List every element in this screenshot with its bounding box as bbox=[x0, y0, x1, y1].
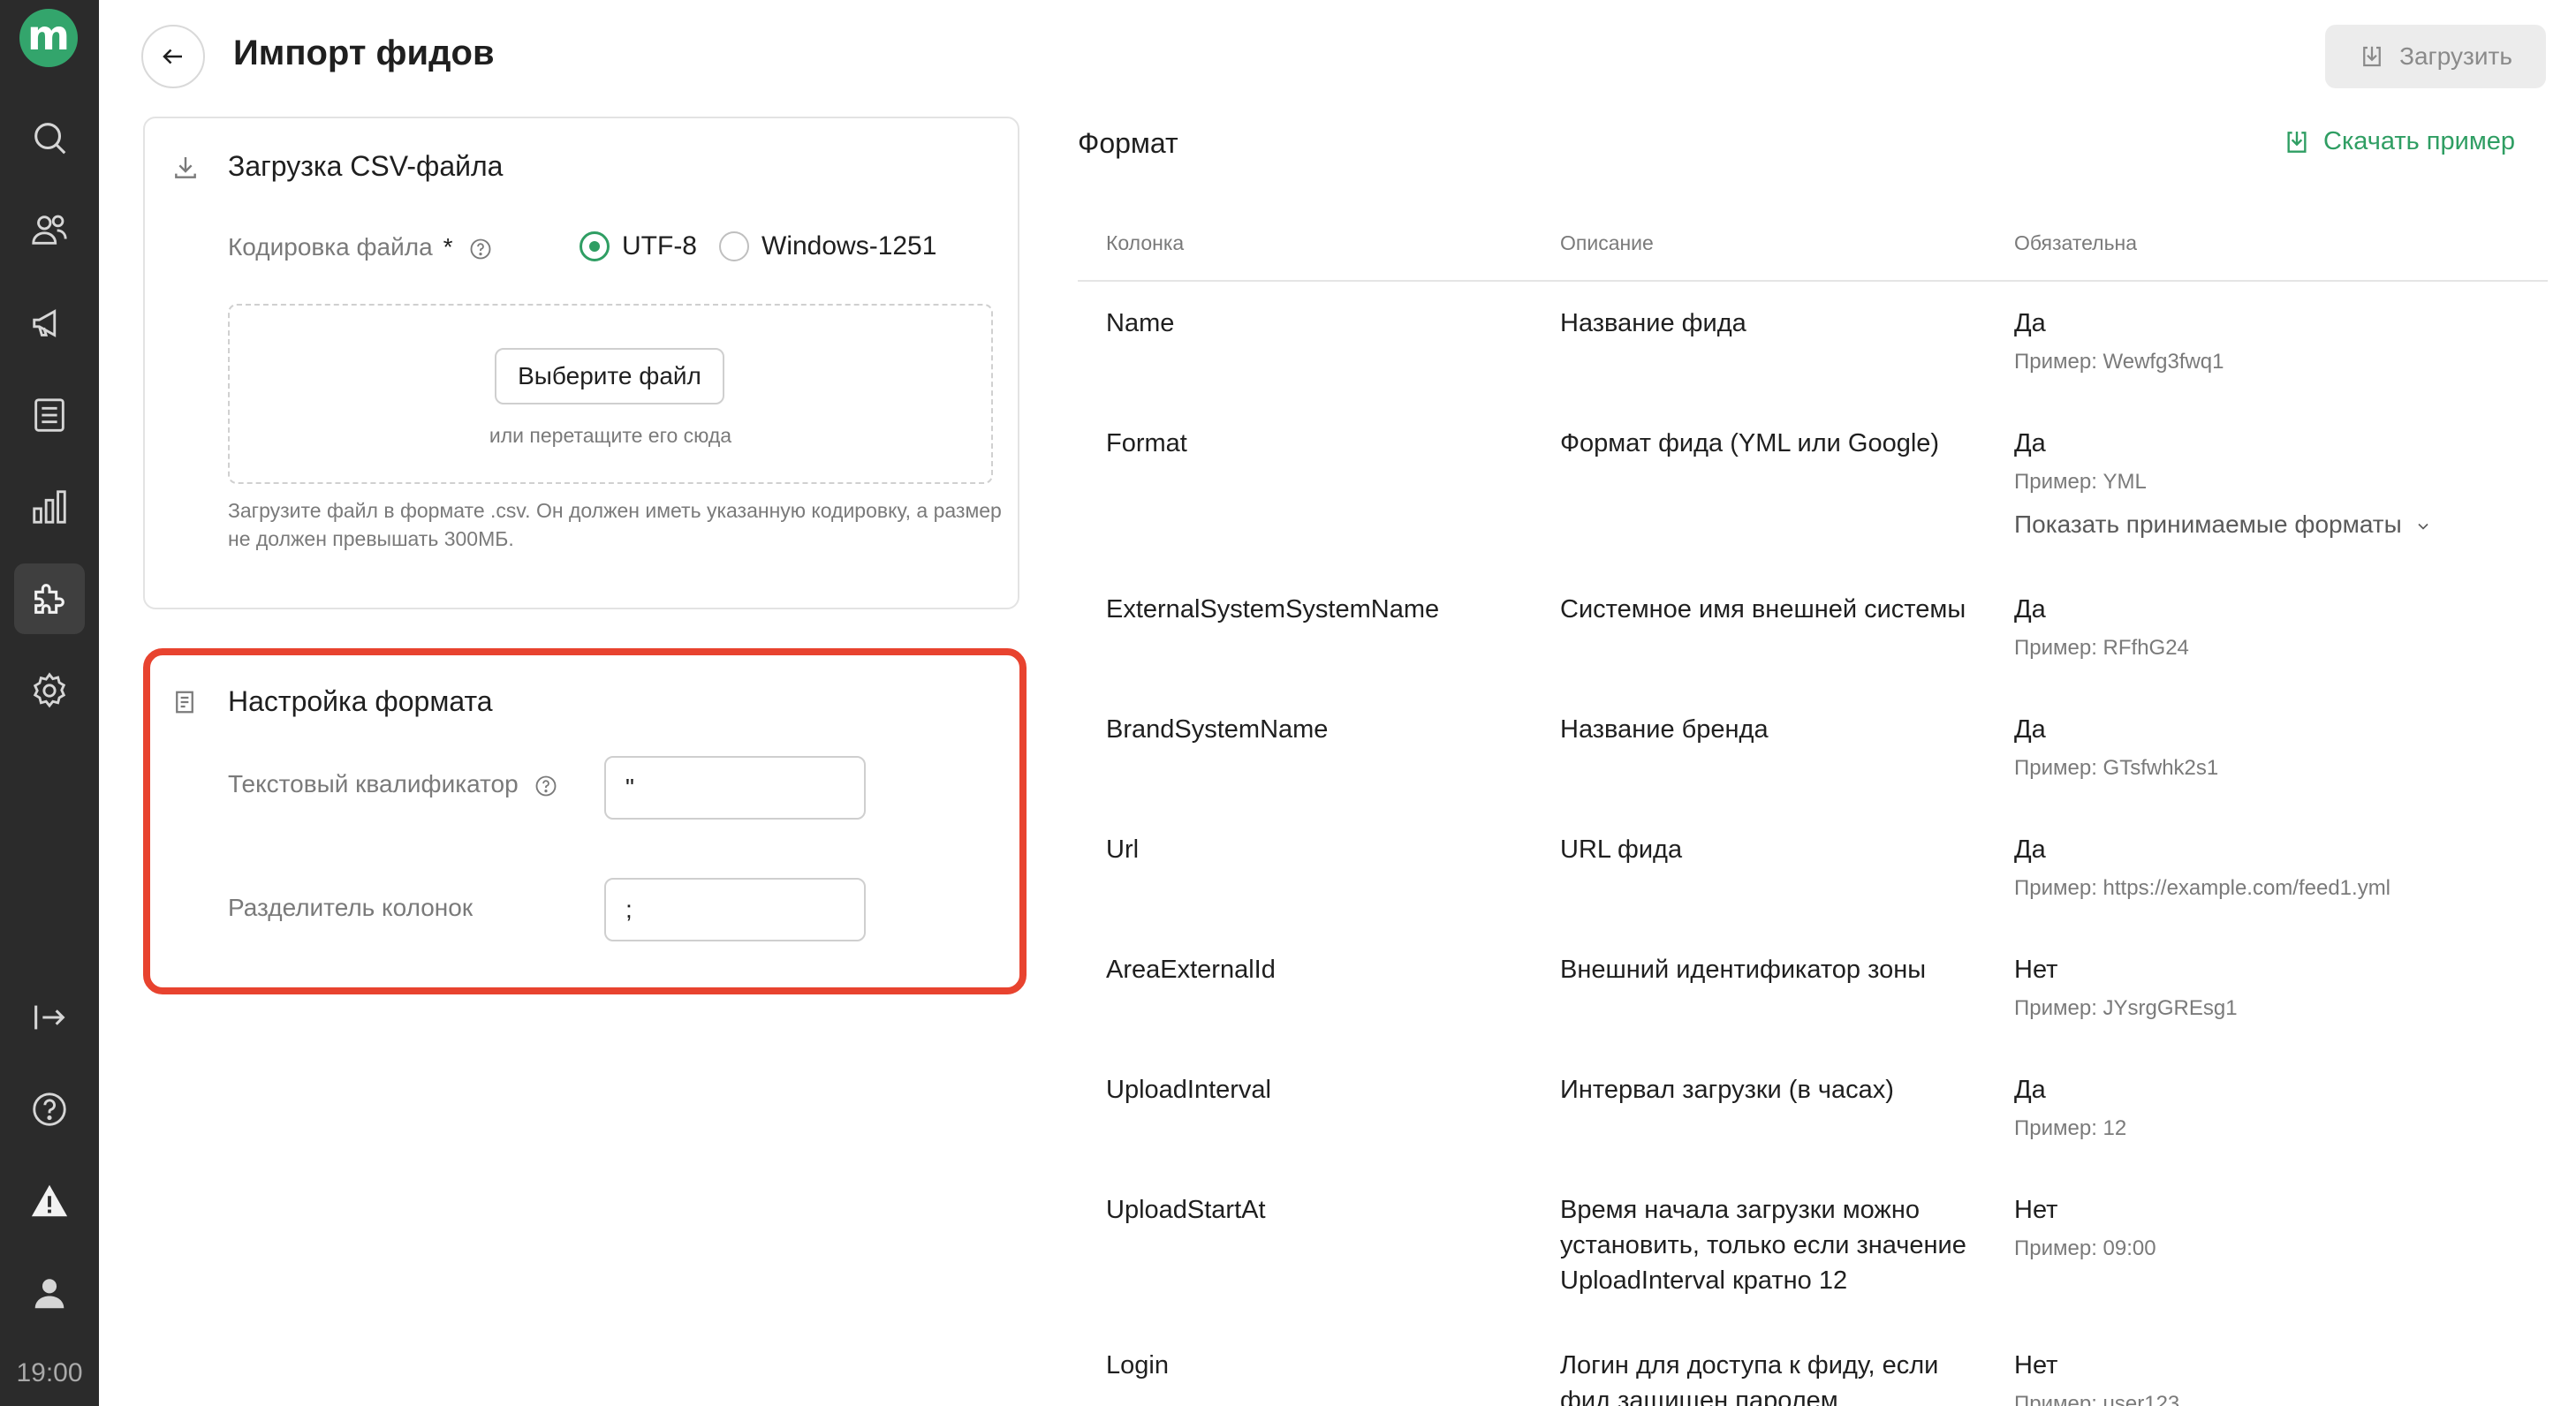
table-row-description: Логин для доступа к фиду, если фид защищ… bbox=[1560, 1351, 1939, 1406]
table-row-example: Пример: RFfhG24 bbox=[2014, 636, 2189, 660]
table-row-example: Пример: user123 bbox=[2014, 1392, 2180, 1406]
table-divider bbox=[1078, 280, 2548, 282]
table-row-description: Интервал загрузки (в часах) bbox=[1560, 1076, 1894, 1104]
table-row-example: Пример: Wewfg3fwq1 bbox=[2014, 350, 2224, 374]
sidebar: m 19:00 bbox=[0, 0, 99, 1406]
table-row-column: UploadInterval bbox=[1106, 1076, 1271, 1104]
puzzle-icon[interactable] bbox=[14, 563, 85, 634]
analytics-icon[interactable] bbox=[14, 472, 85, 542]
download-file-icon bbox=[2287, 131, 2307, 153]
table-row-required: Нет bbox=[2014, 1351, 2058, 1380]
download-example-link[interactable]: Скачать пример bbox=[2283, 127, 2515, 156]
megaphone-icon[interactable] bbox=[14, 288, 85, 359]
gear-icon[interactable] bbox=[14, 655, 85, 726]
clock: 19:00 bbox=[16, 1358, 83, 1387]
table-row-column: AreaExternalId bbox=[1106, 956, 1276, 984]
download-icon bbox=[175, 157, 196, 178]
encoding-label: Кодировка файла * bbox=[228, 233, 493, 261]
chevron-down-icon bbox=[2417, 523, 2428, 530]
table-row-required: Нет bbox=[2014, 956, 2058, 984]
highlight-box bbox=[143, 648, 1027, 994]
table-row-example: Пример: 12 bbox=[2014, 1116, 2127, 1140]
warning-icon[interactable] bbox=[14, 1166, 85, 1236]
table-row-required: Да bbox=[2014, 835, 2046, 864]
table-row-required: Да bbox=[2014, 429, 2046, 457]
table-row-description: Название фида bbox=[1560, 309, 1746, 337]
table-row-column: Url bbox=[1106, 835, 1140, 864]
table-row-description: Формат фида (YML или Google) bbox=[1560, 429, 1940, 457]
table-row-example: Пример: https://example.com/feed1.yml bbox=[2014, 876, 2391, 900]
table-row-description: URL фида bbox=[1560, 835, 1683, 864]
choose-file-button[interactable]: Выберите файл bbox=[495, 348, 724, 404]
upload-button-label: Загрузить bbox=[2399, 42, 2512, 70]
logout-icon[interactable] bbox=[14, 982, 85, 1053]
profile-icon[interactable] bbox=[14, 1258, 85, 1328]
upload-button[interactable]: Загрузить bbox=[2325, 25, 2546, 88]
table-row-example: Пример: YML bbox=[2014, 470, 2147, 494]
table-row-required: Да bbox=[2014, 309, 2046, 337]
table-row-description: Внешний идентификатор зоны bbox=[1560, 956, 1927, 984]
question-icon[interactable] bbox=[468, 237, 493, 261]
header-description: Описание bbox=[1560, 231, 1654, 254]
users-icon[interactable] bbox=[14, 194, 85, 265]
file-dropzone[interactable]: Выберите файл или перетащите его сюда bbox=[228, 304, 993, 484]
table-row-column: ExternalSystemSystemName bbox=[1106, 595, 1440, 624]
upload-icon bbox=[2363, 46, 2381, 67]
list-icon[interactable] bbox=[14, 380, 85, 450]
encoding-utf8-radio[interactable]: UTF-8 bbox=[580, 231, 697, 261]
show-formats-link[interactable]: Показать принимаемые форматы bbox=[2014, 507, 2432, 542]
table-row-column: UploadStartAt bbox=[1106, 1196, 1266, 1224]
header-required: Обязательна bbox=[2014, 231, 2138, 254]
table-row-column: BrandSystemName bbox=[1106, 715, 1329, 744]
arrow-left-icon bbox=[163, 49, 182, 64]
app-logo[interactable]: m bbox=[19, 9, 78, 67]
csv-card-title: Загрузка CSV-файла bbox=[228, 150, 504, 182]
table-row-description: Время начала загрузки можно установить, … bbox=[1560, 1196, 1966, 1295]
table-row-description: Название бренда bbox=[1560, 715, 1769, 744]
table-row-example: Пример: JYsrgGREsg1 bbox=[2014, 996, 2238, 1020]
table-row-required: Да bbox=[2014, 595, 2046, 624]
table-row-column: Name bbox=[1106, 309, 1175, 337]
format-title: Формат bbox=[1078, 127, 1178, 159]
table-row-required: Да bbox=[2014, 715, 2046, 744]
table-row-required: Да bbox=[2014, 1076, 2046, 1104]
table-row-example: Пример: 09:00 bbox=[2014, 1236, 2156, 1260]
search-icon[interactable] bbox=[14, 102, 85, 173]
table-row-example: Пример: GTsfwhk2s1 bbox=[2014, 756, 2219, 780]
back-button[interactable] bbox=[141, 25, 205, 88]
header-column: Колонка bbox=[1106, 231, 1185, 254]
encoding-windows1251-radio[interactable]: Windows-1251 bbox=[719, 231, 936, 261]
table-row-column: Login bbox=[1106, 1351, 1169, 1380]
help-icon[interactable] bbox=[14, 1074, 85, 1145]
table-row-column: Format bbox=[1106, 429, 1187, 457]
upload-hint: Загрузите файл в формате .csv. Он должен… bbox=[228, 499, 1002, 550]
page-title: Импорт фидов bbox=[233, 34, 495, 72]
csv-upload-card: Загрузка CSV-файла Кодировка файла * UTF-… bbox=[143, 117, 1019, 609]
table-row-description: Системное имя внешней системы bbox=[1560, 595, 1966, 624]
table-row-required: Нет bbox=[2014, 1196, 2058, 1224]
drag-hint: или перетащите его сюда bbox=[489, 424, 732, 447]
